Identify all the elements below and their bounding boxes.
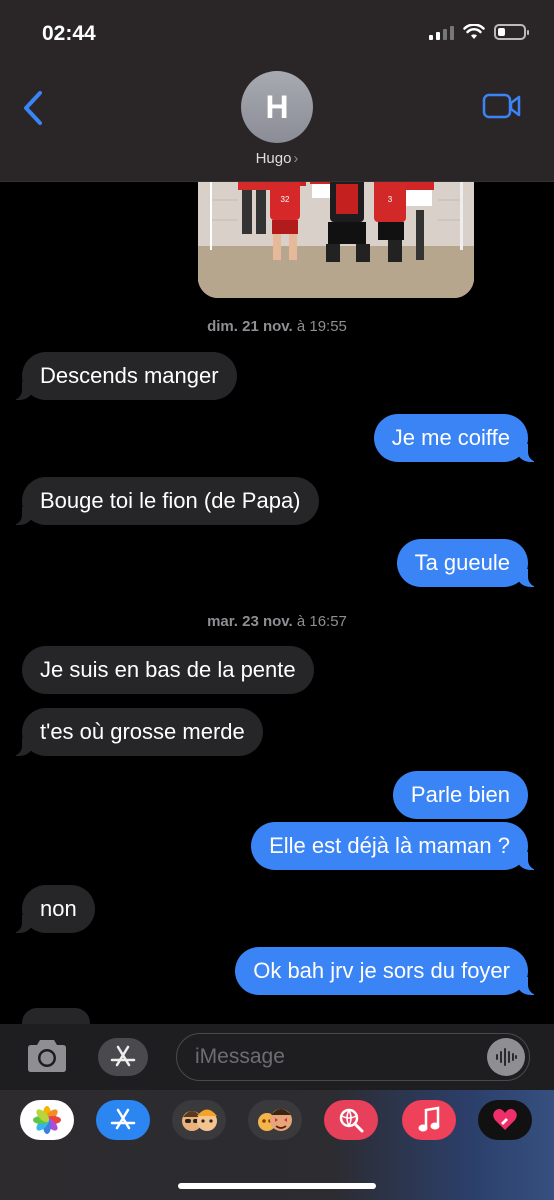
home-indicator[interactable] [178, 1183, 376, 1189]
incoming-message-bubble[interactable]: non [12, 885, 95, 933]
outgoing-message-bubble[interactable]: Je me coiffe [373, 414, 539, 462]
imessage-input[interactable]: iMessage [176, 1033, 530, 1081]
avatar-initial: H [265, 88, 289, 125]
photos-flower-icon [33, 1106, 61, 1134]
chevron-right-icon: › [293, 150, 299, 167]
image-search-icon[interactable] [324, 1100, 378, 1140]
memoji-stickers-icon[interactable] [248, 1100, 302, 1140]
heart-icon [493, 1109, 517, 1130]
memoji-icon[interactable] [172, 1100, 226, 1140]
status-icons [429, 24, 529, 40]
waveform-icon [496, 1048, 517, 1066]
incoming-message-bubble[interactable]: Descends manger [12, 352, 237, 400]
status-time: 02:44 [42, 22, 96, 45]
photos-icon[interactable] [20, 1100, 74, 1140]
outgoing-message-bubble[interactable]: Parle bien [392, 771, 528, 819]
wifi-icon [463, 24, 485, 39]
digital-touch-icon[interactable] [478, 1100, 532, 1140]
timestamp-day: dim. 21 nov. [207, 318, 293, 335]
music-icon[interactable] [402, 1100, 456, 1140]
camera-icon[interactable] [24, 1038, 70, 1074]
timestamp-time: à 19:55 [292, 318, 347, 335]
app-store-icon[interactable] [96, 1100, 150, 1140]
conversation-header: 02:44 H Hugo › [0, 0, 554, 182]
outgoing-message-bubble[interactable]: Ta gueule [396, 539, 539, 587]
timestamp-divider: mar. 23 nov. à 16:57 [0, 613, 554, 630]
incoming-message-bubble[interactable]: Je suis en bas de la pente [22, 646, 314, 694]
magnifier-globe-icon [339, 1108, 364, 1133]
outgoing-message-bubble[interactable]: Ok bah jrv je sors du foyer [235, 947, 538, 995]
contact-name: Hugo [255, 150, 292, 167]
timestamp-divider: dim. 21 nov. à 19:55 [0, 318, 554, 335]
music-note-icon [418, 1106, 440, 1132]
app-store-glyph-icon [110, 1108, 136, 1130]
svg-text:3: 3 [388, 195, 393, 204]
incoming-message-bubble[interactable]: Bouge toi le fion (de Papa) [12, 477, 319, 525]
app-store-glyph-icon [110, 1045, 136, 1067]
incoming-message-bubble[interactable]: t'es où grosse merde [12, 708, 263, 756]
video-call-icon[interactable] [482, 92, 522, 120]
outgoing-message-bubble[interactable]: Elle est déjà là maman ? [251, 822, 538, 870]
audio-message-button[interactable] [487, 1038, 525, 1076]
contact-name-button[interactable]: Hugo › [0, 150, 554, 167]
timestamp-day: mar. 23 nov. [207, 613, 293, 630]
timestamp-time: à 16:57 [292, 613, 347, 630]
memoji-face-icon [182, 1109, 217, 1131]
battery-icon [494, 24, 529, 40]
apps-button[interactable] [98, 1038, 148, 1076]
contact-avatar[interactable]: H [241, 71, 313, 143]
cellular-signal-icon [429, 24, 454, 40]
memoji-stickers-face-icon [258, 1109, 292, 1131]
back-chevron-icon[interactable] [20, 90, 48, 126]
imessage-placeholder: iMessage [195, 1045, 285, 1068]
svg-text:32: 32 [281, 195, 290, 204]
